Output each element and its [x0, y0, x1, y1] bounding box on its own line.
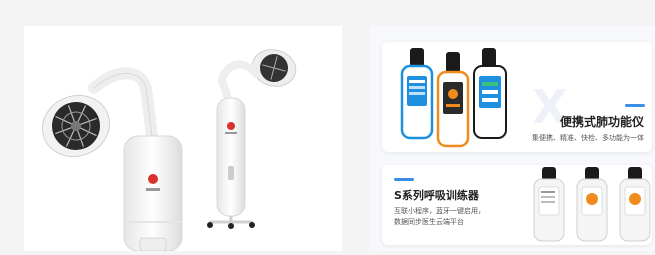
- lamp-product-panel: [24, 26, 342, 252]
- therapy-lamps-image: [41, 49, 297, 252]
- therapy-lamp-small: [207, 49, 297, 229]
- therapy-lamp-large: [41, 67, 183, 252]
- accent-line: [394, 178, 414, 181]
- spirometer-subtitle: 集便携、精准、快检、多功能为一体: [532, 134, 644, 142]
- spirometer-card[interactable]: X 便携式肺功能仪 集便携、精准、快检、多功能为一体: [382, 42, 652, 152]
- accent-line: [625, 104, 645, 107]
- spirometer-title: 便携式肺功能仪: [559, 115, 644, 129]
- respiratory-product-panel: X 便携式肺功能仪 集便携、精准、快检、多功能为一体 S系列呼吸训练器 互联小程…: [370, 26, 655, 251]
- trainer-card[interactable]: S系列呼吸训练器 互联小程序，蓝牙一键启用， 数据同步医生云端平台: [382, 165, 652, 245]
- trainer-title: S系列呼吸训练器: [394, 189, 479, 202]
- spirometer-devices-image: [400, 48, 507, 148]
- trainer-desc-line1: 互联小程序，蓝牙一键启用，: [394, 207, 485, 215]
- trainer-devices-image: [533, 167, 651, 242]
- trainer-desc-line2: 数据同步医生云端平台: [394, 218, 464, 226]
